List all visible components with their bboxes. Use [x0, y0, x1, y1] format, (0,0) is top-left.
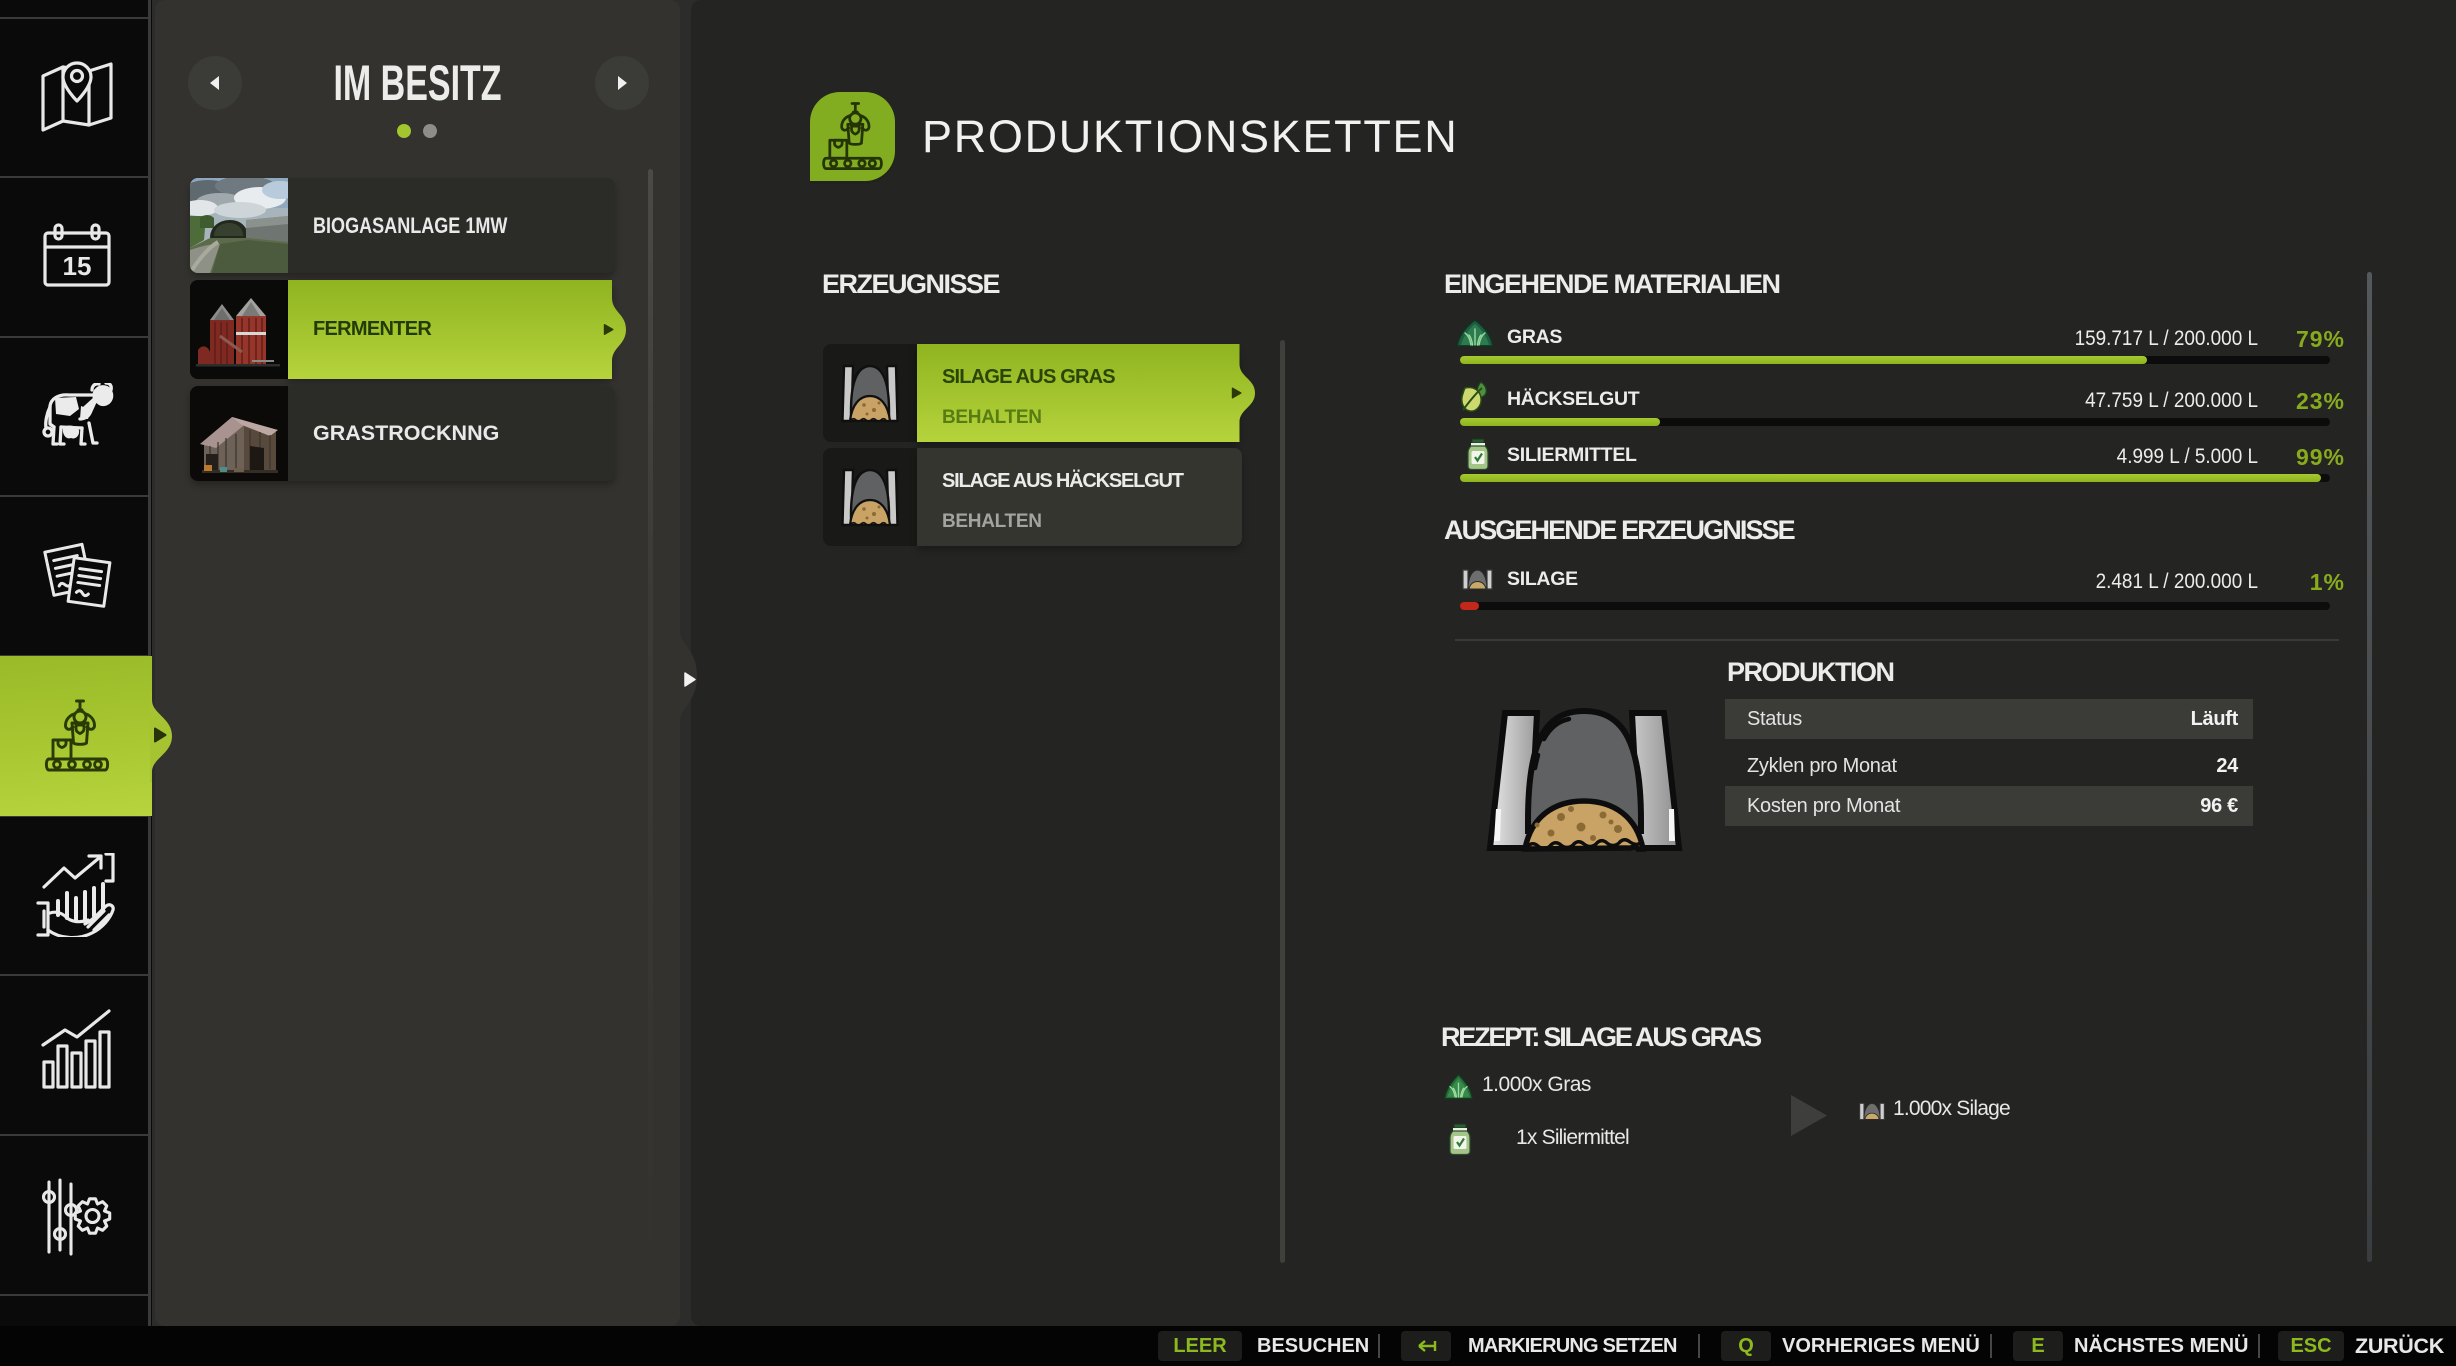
svg-text:15: 15 [63, 251, 92, 281]
